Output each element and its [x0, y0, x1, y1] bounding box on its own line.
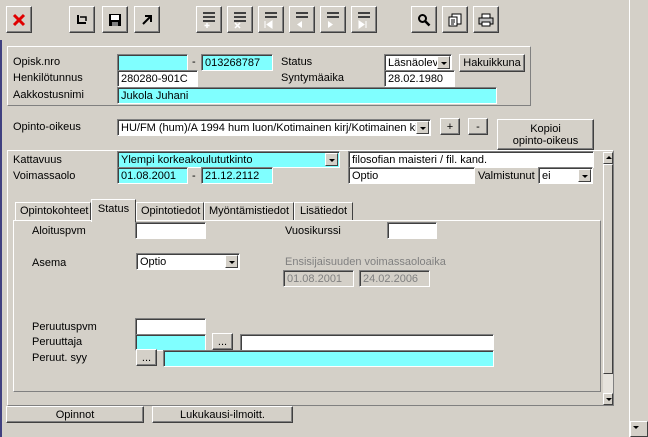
graduated-select[interactable]: ei — [538, 167, 593, 184]
document-button[interactable] — [442, 6, 468, 33]
study-right-select[interactable]: HU/FM (hum)/A 1994 hum luon/Kotimainen k… — [117, 119, 431, 136]
position-label: Asema — [32, 257, 67, 269]
graduated-value: ei — [542, 170, 551, 182]
delete-record-icon — [234, 11, 246, 29]
previous-record-button[interactable] — [289, 6, 315, 33]
study-year-label: Vuosikurssi — [285, 225, 341, 237]
scroll-thumb[interactable] — [603, 164, 613, 374]
search-icon — [418, 13, 431, 26]
tab-lisatiedot[interactable]: Lisätiedot — [294, 202, 353, 221]
panel-scrollbar[interactable] — [603, 152, 613, 405]
status-select-value: Läsnäolev — [388, 57, 439, 69]
primary-to-field: 24.02.2006 — [359, 270, 430, 287]
chevron-down-icon[interactable] — [578, 169, 591, 182]
close-button[interactable] — [6, 6, 32, 33]
cancel-reason-label: Peruut. syy — [32, 352, 88, 364]
validity-separator: - — [192, 170, 196, 182]
copy-study-right-label-1: Kopioi — [530, 122, 561, 135]
copy-study-right-label-2: opinto-oikeus — [512, 134, 579, 147]
first-record-button[interactable] — [258, 6, 284, 33]
canceller-label: Peruuttaja — [32, 336, 83, 348]
cancel-reason-lookup-button[interactable]: ... — [136, 349, 157, 366]
status-label: Status — [281, 56, 313, 68]
navigate-back-icon — [77, 14, 87, 24]
option-field[interactable]: Optio — [348, 167, 475, 184]
last-record-icon — [358, 11, 370, 29]
search-button[interactable] — [411, 6, 437, 33]
first-record-icon — [264, 11, 277, 29]
chevron-down-icon[interactable] — [437, 56, 450, 69]
chevron-down-icon[interactable] — [416, 121, 429, 134]
opisk-nro-separator: - — [192, 56, 196, 68]
window-scroll-down-arrow-icon[interactable] — [630, 421, 648, 437]
next-record-icon — [327, 11, 339, 28]
add-study-right-button[interactable]: + — [440, 118, 460, 135]
name-label: Aakkostusnimi — [13, 89, 84, 101]
tab-opintokohteet[interactable]: Opintokohteet — [15, 202, 91, 221]
courses-button[interactable]: Opinnot — [6, 406, 144, 423]
save-icon — [109, 13, 121, 26]
birth-date-label: Syntymäaika — [281, 72, 344, 84]
navigate-forward-button[interactable] — [134, 6, 160, 33]
opisk-nro-field[interactable]: 013268787 — [201, 54, 273, 71]
start-date-label: Aloituspvm — [32, 225, 86, 237]
status-select[interactable]: Läsnäolev — [384, 54, 452, 71]
document-icon — [448, 13, 462, 26]
study-year-field[interactable] — [387, 222, 437, 239]
validity-from-field[interactable]: 01.08.2001 — [117, 167, 188, 184]
cancel-reason-field[interactable] — [163, 350, 494, 367]
tab-opintotiedot[interactable]: Opintotiedot — [136, 202, 204, 221]
new-record-button[interactable] — [196, 6, 222, 33]
remove-study-right-button[interactable]: - — [468, 118, 488, 135]
validity-label: Voimassaolo — [13, 170, 76, 182]
chevron-down-icon[interactable] — [325, 153, 338, 166]
print-button[interactable] — [473, 6, 499, 33]
new-record-icon — [203, 11, 215, 28]
save-button[interactable] — [102, 6, 128, 33]
window-scrollbar[interactable] — [629, 0, 648, 437]
cancel-date-field[interactable] — [135, 318, 206, 335]
navigate-back-button[interactable] — [69, 6, 95, 33]
primary-validity-label: Ensisijaisuuden voimassaoloaika — [285, 256, 446, 268]
degree-title-field[interactable]: filosofian maisteri / fil. kand. — [348, 151, 594, 168]
position-value: Optio — [140, 256, 167, 268]
graduated-label: Valmistunut — [478, 170, 535, 182]
start-date-field[interactable] — [135, 222, 206, 239]
search-window-button[interactable]: Hakuikkuna — [459, 54, 525, 72]
term-registration-button[interactable]: Lukukausi-ilmoitt. — [152, 406, 293, 423]
tab-status[interactable]: Status — [91, 199, 136, 222]
opisk-nro-prefix-field[interactable] — [117, 54, 188, 71]
window-edge — [0, 40, 2, 437]
study-right-value: HU/FM (hum)/A 1994 hum luon/Kotimainen k… — [121, 122, 424, 134]
copy-study-right-button[interactable]: Kopioi opinto-oikeus — [497, 119, 594, 150]
primary-from-field: 01.08.2001 — [283, 270, 354, 287]
name-field[interactable]: Jukola Juhani — [117, 87, 497, 104]
scroll-up-arrow-icon[interactable] — [603, 152, 613, 164]
opisk-nro-label: Opisk.nro — [13, 56, 61, 68]
navigate-forward-icon — [142, 14, 152, 25]
coverage-label: Kattavuus — [13, 154, 62, 166]
previous-record-icon — [296, 11, 308, 28]
hetu-label: Henkilötunnus — [13, 72, 83, 84]
print-icon — [478, 13, 494, 26]
coverage-value: Ylempi korkeakoulututkinto — [121, 154, 253, 166]
last-record-button[interactable] — [351, 6, 377, 33]
coverage-select[interactable]: Ylempi korkeakoulututkinto — [117, 151, 340, 168]
delete-record-button[interactable] — [227, 6, 253, 33]
canceller-name-field[interactable] — [240, 334, 494, 351]
scroll-down-arrow-icon[interactable] — [603, 393, 613, 405]
validity-to-field[interactable]: 21.12.2112 — [201, 167, 273, 184]
study-right-label: Opinto-oikeus — [13, 121, 81, 133]
canceller-lookup-button[interactable]: ... — [212, 333, 233, 350]
close-icon — [12, 13, 26, 26]
toolbar — [0, 0, 648, 40]
chevron-down-icon[interactable] — [225, 255, 238, 268]
cancel-date-label: Peruutuspvm — [32, 321, 97, 333]
tab-myontamistiedot[interactable]: Myöntämistiedot — [204, 202, 294, 221]
position-select[interactable]: Optio — [136, 253, 240, 270]
hetu-field[interactable]: 280280-901C — [117, 70, 198, 87]
birth-date-field[interactable]: 28.02.1980 — [384, 70, 455, 87]
next-record-button[interactable] — [320, 6, 346, 33]
